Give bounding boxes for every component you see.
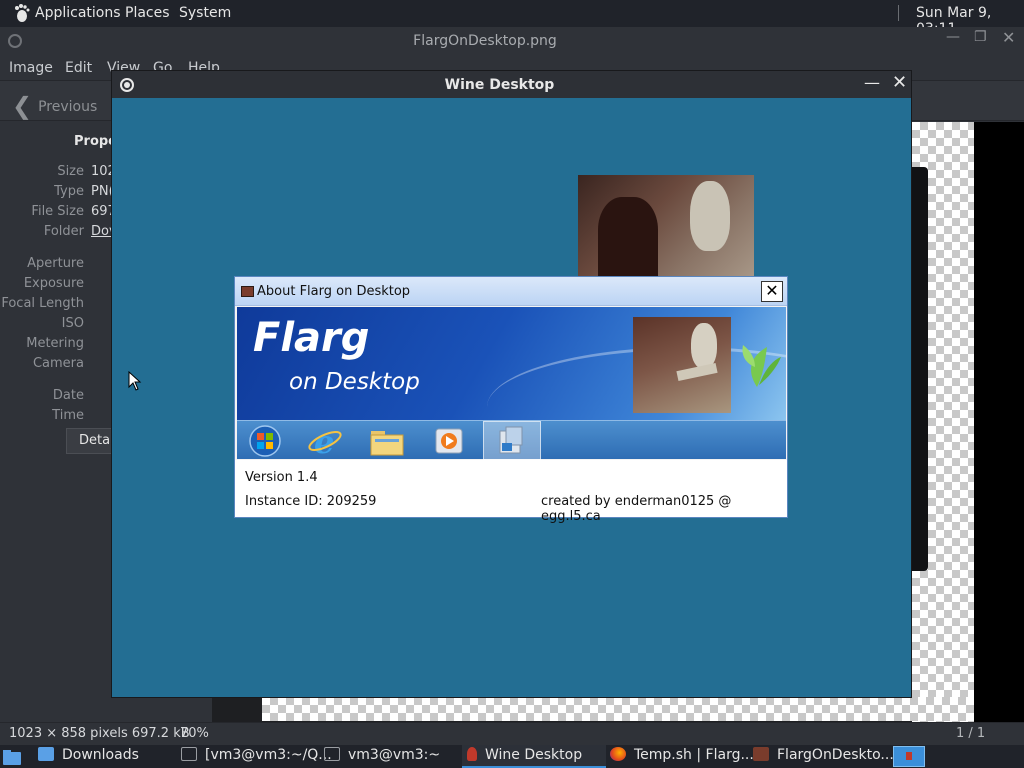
app-icon xyxy=(241,286,254,297)
image-black-region xyxy=(974,122,1024,722)
applications-menu[interactable]: Applications xyxy=(35,5,121,21)
terminal-icon xyxy=(181,747,197,761)
about-dialog: About Flarg on Desktop ✕ Flarg on Deskto… xyxy=(234,276,788,524)
flarg-creature-thumbnail xyxy=(633,317,731,413)
close-icon[interactable]: ✕ xyxy=(1002,28,1015,47)
task-firefox[interactable]: Temp.sh | Flarg... xyxy=(610,747,754,763)
maximize-icon[interactable]: ❐ xyxy=(974,29,987,45)
time-label: Time xyxy=(52,408,84,423)
task-label: FlargOnDeskto... xyxy=(777,747,894,763)
image-dimensions: 1023 × 858 pixels 697.2 kB xyxy=(9,726,190,741)
viewer-titlebar[interactable]: FlargOnDesktop.png — ❐ ✕ xyxy=(0,27,1024,54)
banner-subtitle: on Desktop xyxy=(289,369,420,395)
wine-titlebar[interactable]: Wine Desktop — ✕ xyxy=(112,71,911,98)
minimize-icon[interactable]: — xyxy=(946,29,960,45)
windows-start-icon xyxy=(249,425,281,457)
prop-label-size: Size xyxy=(57,164,84,179)
version-text: Version 1.4 xyxy=(245,470,318,485)
svg-text:e: e xyxy=(314,425,334,457)
leaf-icon xyxy=(742,345,781,387)
firefox-icon xyxy=(610,747,626,761)
viewer-title: FlargOnDesktop.png xyxy=(413,33,557,49)
transparency-checker-bottom xyxy=(262,697,974,721)
places-menu[interactable]: Places xyxy=(125,5,170,21)
top-panel: Applications Places System Sun Mar 9, 03… xyxy=(0,0,1024,37)
terminal-icon xyxy=(324,747,340,761)
prop-label-folder: Folder xyxy=(43,224,84,239)
system-menu[interactable]: System xyxy=(179,5,231,21)
instance-id-text: Instance ID: 209259 xyxy=(245,494,377,509)
workspace-window-icon xyxy=(906,752,912,760)
wine-icon xyxy=(467,747,477,761)
exif-label-iso: ISO xyxy=(61,316,84,331)
previous-label: Previous xyxy=(38,99,98,115)
exif-label-focal-length: Focal Length xyxy=(1,296,84,311)
bottom-taskbar: Downloads [vm3@vm3:~/Q... vm3@vm3:~ Wine… xyxy=(0,745,1024,768)
task-downloads[interactable]: Downloads xyxy=(38,747,139,763)
date-label: Date xyxy=(52,388,84,403)
viewer-statusbar: 1023 × 858 pixels 697.2 kB 70% 1 / 1 xyxy=(0,722,1024,745)
close-icon[interactable]: ✕ xyxy=(892,72,907,93)
task-label: Wine Desktop xyxy=(485,747,583,763)
minimize-icon[interactable]: — xyxy=(864,73,880,92)
about-banner: Flarg on Desktop xyxy=(237,307,786,420)
prop-label-file-size: File Size xyxy=(31,204,84,219)
about-titlebar[interactable]: About Flarg on Desktop ✕ xyxy=(235,277,787,306)
task-image-viewer[interactable]: FlargOnDeskto... xyxy=(753,747,894,763)
exif-label-aperture: Aperture xyxy=(27,256,84,271)
close-button[interactable]: ✕ xyxy=(761,281,783,302)
flarg-creature-image[interactable] xyxy=(578,175,754,279)
banner-title: Flarg xyxy=(253,315,370,361)
about-info: Version 1.4 Instance ID: 209259 created … xyxy=(235,460,787,524)
menu-edit[interactable]: Edit xyxy=(65,60,92,76)
task-terminal-1[interactable]: [vm3@vm3:~/Q... xyxy=(181,747,332,763)
task-terminal-2[interactable]: vm3@vm3:~ xyxy=(324,747,440,763)
exif-label-metering: Metering xyxy=(26,336,84,351)
icon-strip: e xyxy=(237,420,786,460)
folder-icon xyxy=(38,747,54,761)
wine-title: Wine Desktop xyxy=(444,77,555,93)
about-title: About Flarg on Desktop xyxy=(257,284,411,299)
internet-explorer-icon: e xyxy=(308,425,342,457)
media-player-icon xyxy=(435,428,463,454)
chevron-left-icon: ❮ xyxy=(12,92,33,120)
folder-icon xyxy=(370,431,404,456)
workspace-switcher[interactable] xyxy=(893,746,925,767)
exif-label-exposure: Exposure xyxy=(23,276,84,291)
panel-separator xyxy=(898,5,899,21)
task-label: vm3@vm3:~ xyxy=(348,747,441,763)
prop-label-type: Type xyxy=(54,184,84,199)
task-label: Downloads xyxy=(62,747,139,763)
zoom-level: 70% xyxy=(180,726,209,741)
credit-text: created by enderman0125 @ egg.l5.ca xyxy=(541,494,732,524)
menu-image[interactable]: Image xyxy=(9,60,53,76)
exif-label-camera: Camera xyxy=(32,356,84,371)
image-dark-card xyxy=(912,167,928,571)
page-count: 1 / 1 xyxy=(956,726,986,741)
windows-explorer-icon xyxy=(499,426,523,454)
gnome-foot-icon[interactable] xyxy=(11,3,31,23)
show-desktop-icon[interactable] xyxy=(2,748,22,766)
mouse-cursor-icon xyxy=(128,371,142,391)
previous-button[interactable]: ❮ Previous xyxy=(12,89,98,120)
image-viewer-icon xyxy=(753,747,769,761)
task-label: [vm3@vm3:~/Q... xyxy=(205,747,332,763)
task-wine-desktop[interactable]: Wine Desktop xyxy=(467,747,582,763)
task-label: Temp.sh | Flarg... xyxy=(634,747,754,763)
